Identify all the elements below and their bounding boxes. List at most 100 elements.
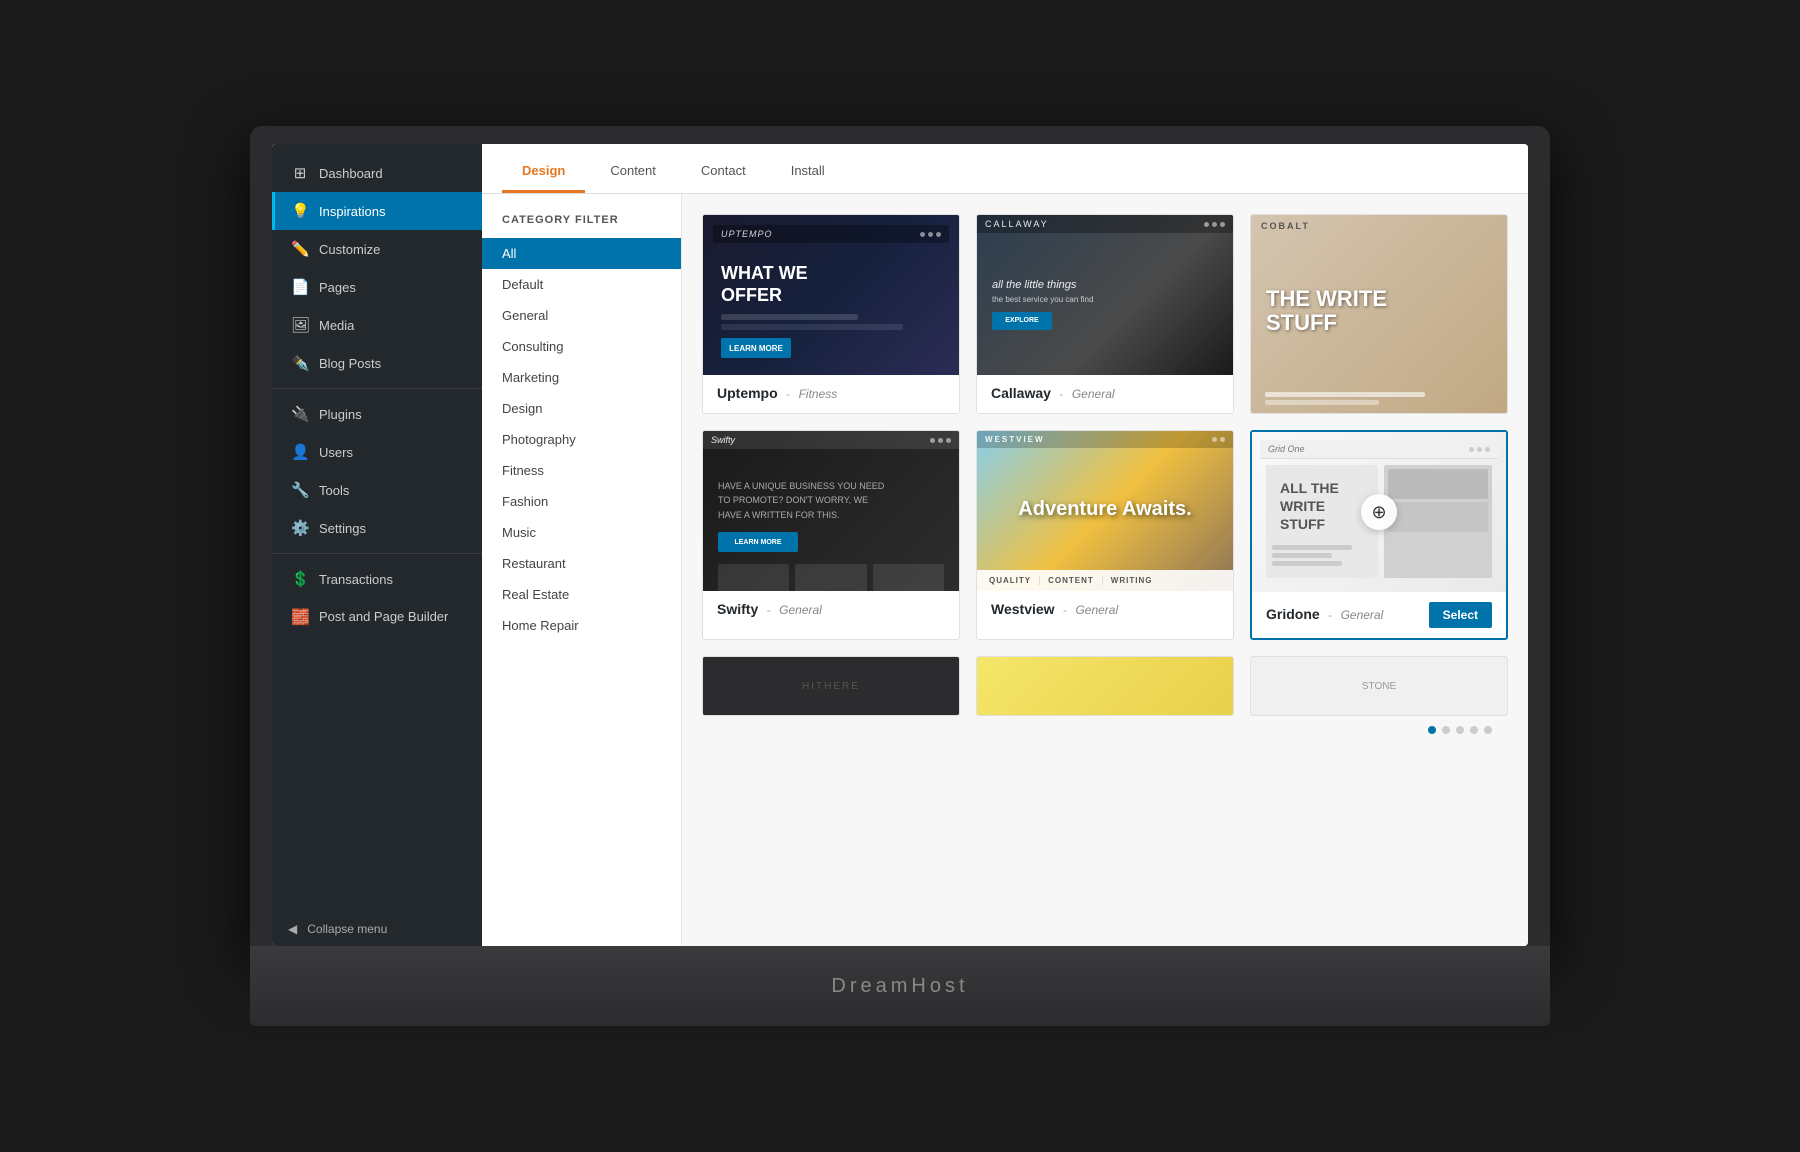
callaway-name-group: Callaway - General xyxy=(991,385,1115,403)
collapse-label: Collapse menu xyxy=(307,922,387,936)
tab-install[interactable]: Install xyxy=(771,151,845,193)
gridone-name: Gridone xyxy=(1266,606,1320,622)
theme-preview-westview: WESTVIEW Adventure Awaits. QUALITY CONTE… xyxy=(977,431,1233,591)
sidebar-label-tools: Tools xyxy=(319,483,349,498)
sidebar-item-media[interactable]: 🖼 Media xyxy=(272,306,482,344)
sidebar-item-users[interactable]: 👤 Users xyxy=(272,433,482,471)
partial-card-3[interactable]: STONE xyxy=(1250,656,1508,716)
gridone-select-button[interactable]: Select xyxy=(1429,602,1492,628)
category-item-all[interactable]: All xyxy=(482,238,681,269)
sidebar-item-transactions[interactable]: 💲 Transactions xyxy=(272,560,482,598)
collapse-icon: ◀ xyxy=(288,922,297,936)
media-icon: 🖼 xyxy=(291,316,309,334)
sidebar-label-post-page-builder: Post and Page Builder xyxy=(319,609,448,626)
gridone-brand-text: Grid One xyxy=(1268,444,1305,454)
pagination-dot-4[interactable] xyxy=(1470,726,1478,734)
uptempo-category: Fitness xyxy=(799,387,838,401)
category-item-general[interactable]: General xyxy=(482,300,681,331)
theme-preview-gridone: Grid One ALL THE WRITESTUFF xyxy=(1252,432,1506,592)
callaway-name-row: Callaway - General xyxy=(977,375,1233,413)
tab-design[interactable]: Design xyxy=(502,151,585,193)
sidebar-item-pages[interactable]: 📄 Pages xyxy=(272,268,482,306)
plugins-icon: 🔌 xyxy=(291,405,309,423)
category-item-fitness[interactable]: Fitness xyxy=(482,455,681,486)
theme-preview-cobalt: COBALT THE WRITESTUFF xyxy=(1251,215,1507,413)
sidebar-item-tools[interactable]: 🔧 Tools xyxy=(272,471,482,509)
laptop-base: DreamHost xyxy=(250,946,1550,1026)
category-item-consulting[interactable]: Consulting xyxy=(482,331,681,362)
inspirations-icon: 💡 xyxy=(291,202,309,220)
pagination-dot-3[interactable] xyxy=(1456,726,1464,734)
category-item-real-estate[interactable]: Real Estate xyxy=(482,579,681,610)
tab-content[interactable]: Content xyxy=(590,151,676,193)
sidebar-item-post-page-builder[interactable]: 🧱 Post and Page Builder xyxy=(272,598,482,638)
sidebar-item-inspirations[interactable]: 💡 Inspirations xyxy=(272,192,482,230)
users-icon: 👤 xyxy=(291,443,309,461)
dashboard-icon: ⊞ xyxy=(291,164,309,182)
sidebar-label-inspirations: Inspirations xyxy=(319,204,385,219)
sidebar: ⊞ Dashboard 💡 Inspirations ✏️ Customize … xyxy=(272,144,482,946)
uptempo-name: Uptempo xyxy=(717,385,778,401)
pagination-dot-2[interactable] xyxy=(1442,726,1450,734)
sidebar-item-blog-posts[interactable]: ✒️ Blog Posts xyxy=(272,344,482,382)
pagination-dot-5[interactable] xyxy=(1484,726,1492,734)
main-content: Design Content Contact Install CATEGORY … xyxy=(482,144,1528,946)
pagination-dot-1[interactable] xyxy=(1428,726,1436,734)
sidebar-label-pages: Pages xyxy=(319,280,356,295)
theme-card-cobalt[interactable]: COBALT THE WRITESTUFF Cobalt xyxy=(1250,214,1508,414)
callaway-category: General xyxy=(1072,387,1115,401)
partial-card-1[interactable]: HITHERE xyxy=(702,656,960,716)
westview-category: General xyxy=(1075,603,1118,617)
uptempo-nav: UPTEMPO xyxy=(713,225,949,243)
gridone-dots xyxy=(1469,447,1490,452)
gridone-topbar: Grid One xyxy=(1260,440,1498,459)
tools-icon: 🔧 xyxy=(291,481,309,499)
tabs-bar: Design Content Contact Install xyxy=(482,144,1528,194)
cobalt-brand: COBALT xyxy=(1251,215,1507,237)
blog-posts-icon: ✒️ xyxy=(291,354,309,372)
category-item-marketing[interactable]: Marketing xyxy=(482,362,681,393)
sidebar-label-plugins: Plugins xyxy=(319,407,362,422)
sidebar-item-dashboard[interactable]: ⊞ Dashboard xyxy=(272,154,482,192)
uptempo-name-row: Uptempo - Fitness xyxy=(703,375,959,413)
category-item-default[interactable]: Default xyxy=(482,269,681,300)
content-area: CATEGORY FILTER All Default General Cons… xyxy=(482,194,1528,946)
tab-contact[interactable]: Contact xyxy=(681,151,766,193)
category-item-design[interactable]: Design xyxy=(482,393,681,424)
theme-card-swifty[interactable]: Swifty HAVE A UNIQUE BUSINESS YOU NEEDTO… xyxy=(702,430,960,640)
partial-card-2[interactable] xyxy=(976,656,1234,716)
theme-card-uptempo[interactable]: UPTEMPO WHAT WEOFFER xyxy=(702,214,960,414)
cobalt-title: THE WRITESTUFF xyxy=(1251,237,1507,335)
westview-name: Westview xyxy=(991,601,1055,617)
theme-card-gridone[interactable]: Grid One ALL THE WRITESTUFF xyxy=(1250,430,1508,640)
sidebar-divider xyxy=(272,388,482,389)
sidebar-label-blog-posts: Blog Posts xyxy=(319,356,381,371)
category-item-home-repair[interactable]: Home Repair xyxy=(482,610,681,641)
gridone-name-group: Gridone - General xyxy=(1266,606,1383,624)
collapse-menu[interactable]: ◀ Collapse menu xyxy=(272,912,482,946)
themes-grid: UPTEMPO WHAT WEOFFER xyxy=(702,214,1508,640)
theme-card-callaway[interactable]: callaway all the little things the best … xyxy=(976,214,1234,414)
cobalt-name-row: Cobalt - General xyxy=(1251,413,1507,414)
sidebar-item-settings[interactable]: ⚙️ Settings xyxy=(272,509,482,547)
sidebar-item-customize[interactable]: ✏️ Customize xyxy=(272,230,482,268)
category-item-restaurant[interactable]: Restaurant xyxy=(482,548,681,579)
category-item-fashion[interactable]: Fashion xyxy=(482,486,681,517)
gridone-main-text: ALL THE WRITESTUFF xyxy=(1272,471,1372,542)
category-item-photography[interactable]: Photography xyxy=(482,424,681,455)
swifty-name: Swifty xyxy=(717,601,758,617)
sidebar-label-settings: Settings xyxy=(319,521,366,536)
theme-card-westview[interactable]: WESTVIEW Adventure Awaits. QUALITY CONTE… xyxy=(976,430,1234,640)
theme-preview-uptempo: UPTEMPO WHAT WEOFFER xyxy=(703,215,959,375)
category-filter-title: CATEGORY FILTER xyxy=(482,214,681,238)
pages-icon: 📄 xyxy=(291,278,309,296)
sidebar-item-plugins[interactable]: 🔌 Plugins xyxy=(272,395,482,433)
swifty-category: General xyxy=(779,603,822,617)
swifty-text: HAVE A UNIQUE BUSINESS YOU NEEDTO PROMOT… xyxy=(703,449,959,532)
category-item-music[interactable]: Music xyxy=(482,517,681,548)
sidebar-label-users: Users xyxy=(319,445,353,460)
callaway-name: Callaway xyxy=(991,385,1051,401)
category-filter: CATEGORY FILTER All Default General Cons… xyxy=(482,194,682,946)
swifty-name-group: Swifty - General xyxy=(717,601,822,619)
partial-themes-row: HITHERE STONE xyxy=(702,656,1508,716)
